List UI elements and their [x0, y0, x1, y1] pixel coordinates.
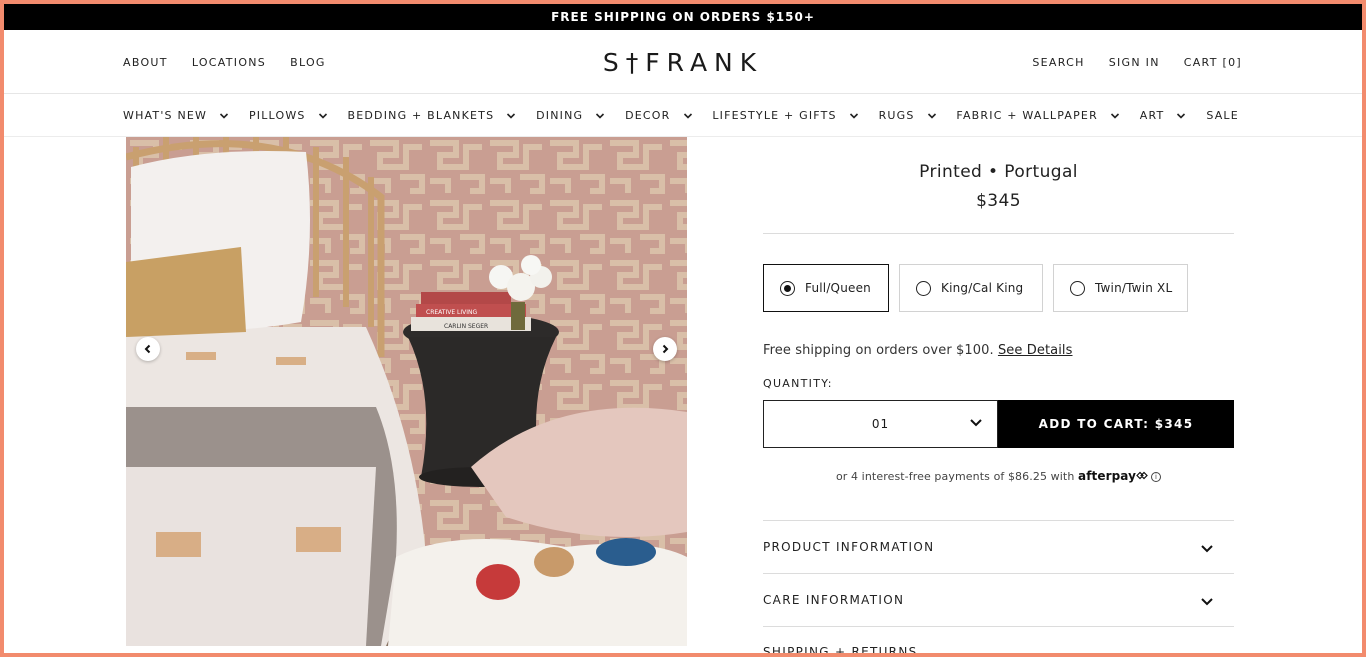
quantity-select[interactable]: 01: [763, 400, 998, 448]
quantity-value: 01: [871, 417, 890, 431]
product-price: $345: [976, 191, 1021, 211]
shipping-note: Free shipping on orders over $100. See D…: [763, 343, 1073, 358]
chevron-down-icon: [1177, 112, 1186, 119]
chevron-down-icon: [970, 419, 982, 427]
accordion-label: CARE INFORMATION: [763, 593, 905, 607]
book-spine-text: CREATIVE LIVING: [426, 309, 478, 316]
book-spine-text-2: CARLIN SEGER: [444, 323, 488, 330]
announcement-text: FREE SHIPPING ON ORDERS $150+: [551, 10, 815, 24]
quantity-label: QUANTITY:: [763, 377, 833, 390]
chevron-down-icon: [927, 112, 936, 119]
size-label: Full/Queen: [805, 281, 871, 295]
main-nav: WHAT'S NEW PILLOWS BEDDING + BLANKETS DININ…: [4, 94, 1362, 137]
afterpay-text: or 4 interest-free payments of $86.25 wi…: [835, 470, 1075, 483]
product-title: Printed • Portugal: [919, 162, 1078, 182]
chevron-down-icon: [1201, 545, 1213, 553]
nav-item-decor[interactable]: DECOR: [625, 109, 692, 122]
info-icon[interactable]: i: [1151, 472, 1162, 482]
chevron-down-icon: [220, 112, 229, 119]
header-right-links: SEARCH SIGN IN CART [0]: [1032, 30, 1242, 94]
size-option-twin-twin-xl[interactable]: Twin/Twin XL: [1053, 264, 1188, 312]
chevron-down-icon: [849, 112, 858, 119]
nav-item-pillows[interactable]: PILLOWS: [249, 109, 328, 122]
about-link[interactable]: ABOUT: [123, 56, 168, 69]
size-option-king-cal-king[interactable]: King/Cal King: [899, 264, 1043, 312]
nav-item-label: PILLOWS: [248, 109, 306, 122]
product-photo: CREATIVE LIVING CARLIN SEGER: [126, 137, 687, 646]
locations-link[interactable]: LOCATIONS: [192, 56, 266, 69]
gallery-next-button[interactable]: [653, 337, 677, 361]
divider: [763, 233, 1234, 234]
nav-item-dining[interactable]: DINING: [536, 109, 605, 122]
accordion-label: SHIPPING + RETURNS: [763, 645, 918, 657]
search-link[interactable]: SEARCH: [1032, 56, 1084, 69]
accordion-shipping-returns[interactable]: SHIPPING + RETURNS: [763, 626, 1234, 657]
nav-item-label: DINING: [536, 109, 584, 122]
nav-item-rugs[interactable]: RUGS: [879, 109, 937, 122]
sign-in-link[interactable]: SIGN IN: [1109, 56, 1160, 69]
accordion-care-information[interactable]: CARE INFORMATION: [763, 573, 1234, 626]
radio-icon: [916, 280, 931, 296]
nav-item-fabric-wallpaper[interactable]: FABRIC + WALLPAPER: [956, 109, 1120, 122]
see-details-link[interactable]: See Details: [998, 343, 1073, 358]
size-option-full-queen[interactable]: Full/Queen: [763, 264, 889, 312]
site-logo[interactable]: S†FRANK: [603, 30, 763, 94]
afterpay-logo: afterpay: [1078, 469, 1137, 483]
nav-item-sale[interactable]: SALE: [1206, 109, 1239, 122]
chevron-down-icon: [596, 112, 605, 119]
cart-link[interactable]: CART [0]: [1184, 56, 1242, 69]
accordion-product-information[interactable]: PRODUCT INFORMATION: [763, 520, 1234, 573]
shipping-text: Free shipping on orders over $100.: [763, 343, 994, 358]
nav-item-lifestyle-gifts[interactable]: LIFESTYLE + GIFTS: [712, 109, 858, 122]
nav-item-label: ART: [1139, 109, 1165, 122]
chevron-left-icon: [144, 344, 151, 354]
header-left-links: ABOUT LOCATIONS BLOG: [123, 30, 326, 94]
add-to-cart-button[interactable]: ADD TO CART: $345: [998, 400, 1234, 448]
nav-item-label: LIFESTYLE + GIFTS: [712, 109, 837, 122]
nav-item-label: FABRIC + WALLPAPER: [956, 109, 1098, 122]
size-label: Twin/Twin XL: [1095, 281, 1173, 295]
nav-item-label: WHAT'S NEW: [123, 109, 208, 122]
radio-icon: [1070, 280, 1085, 296]
blog-link[interactable]: BLOG: [290, 56, 326, 69]
chevron-down-icon: [1201, 598, 1213, 606]
nav-item-art[interactable]: ART: [1140, 109, 1187, 122]
afterpay-note: or 4 interest-free payments of $86.25 wi…: [763, 469, 1234, 483]
nav-item-what-s-new[interactable]: WHAT'S NEW: [123, 109, 229, 122]
site-header: ABOUT LOCATIONS BLOG S†FRANK SEARCH SIGN…: [4, 30, 1362, 94]
chevron-down-icon: [507, 112, 516, 119]
nav-item-bedding-blankets[interactable]: BEDDING + BLANKETS: [347, 109, 516, 122]
nav-item-label: SALE: [1206, 109, 1239, 122]
gallery-prev-button[interactable]: [136, 337, 160, 361]
nav-item-label: DECOR: [625, 109, 671, 122]
product-image: CREATIVE LIVING CARLIN SEGER: [126, 137, 687, 646]
chevron-right-icon: [662, 344, 669, 354]
nav-item-label: RUGS: [878, 109, 915, 122]
chevron-down-icon: [1110, 112, 1120, 119]
afterpay-arrows-icon: [1136, 471, 1148, 480]
chevron-down-icon: [318, 112, 327, 119]
nav-item-label: BEDDING + BLANKETS: [347, 109, 495, 122]
announcement-bar: FREE SHIPPING ON ORDERS $150+: [4, 4, 1362, 30]
size-label: King/Cal King: [941, 281, 1024, 295]
chevron-down-icon: [683, 112, 692, 119]
nav-items: WHAT'S NEW PILLOWS BEDDING + BLANKETS DININ…: [123, 94, 1239, 137]
radio-selected-icon: [780, 280, 795, 296]
accordion-label: PRODUCT INFORMATION: [763, 540, 935, 554]
